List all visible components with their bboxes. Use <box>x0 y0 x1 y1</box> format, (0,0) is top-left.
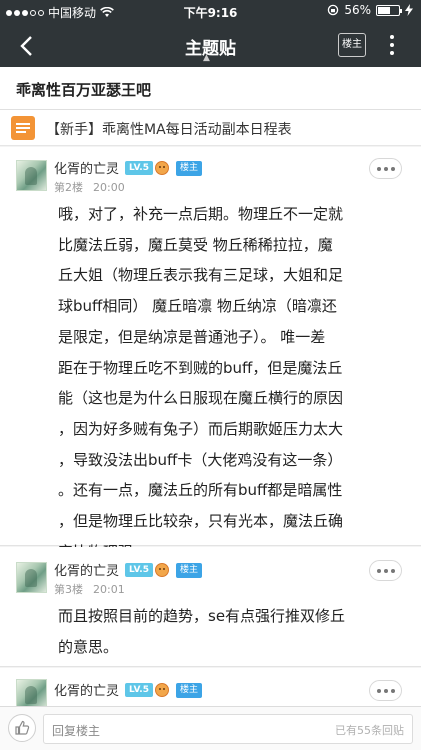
level-badge: LV.5 <box>125 563 153 577</box>
status-right: 56% <box>327 3 413 17</box>
status-bar: 中国移动 下午9:16 56% <box>0 0 421 24</box>
content-line: 而且按照目前的趋势，se有点强行推双修丘 <box>58 607 346 625</box>
owner-badge: 楼主 <box>176 161 202 176</box>
content-line: 的意思。 <box>58 637 119 656</box>
content-line: 哦，对了，补充一点后期。物理丘不一定就 <box>58 205 344 223</box>
owner-badge: 楼主 <box>176 683 202 698</box>
content-line: ，但是物理丘比较杂，只有光本，魔法丘确 <box>58 512 344 531</box>
post-username[interactable]: 化胥的亡灵 <box>54 158 119 177</box>
reply-placeholder: 回复楼主 <box>52 724 101 738</box>
forum-header[interactable]: 乖离性百万亚瑟王吧 <box>0 67 421 110</box>
content-line: 丘大姐（物理丘表示我有三足球，大姐和足 <box>58 266 344 285</box>
forum-name[interactable]: 乖离性百万亚瑟王吧 <box>16 79 151 100</box>
reply-count: 已有55条回贴 <box>335 724 404 737</box>
content-line: 是限定，但是纳凉是普通池子）。 唯一差 <box>58 327 326 346</box>
like-button[interactable] <box>8 714 36 742</box>
battery-percent: 56% <box>344 3 371 17</box>
post-username[interactable]: 化胥的亡灵 <box>54 560 119 579</box>
post-meta: 第3楼 20:01 <box>54 581 125 597</box>
thread-title: 【新手】乖离性MA每日活动副本日程表 <box>46 122 292 138</box>
post-more-button[interactable] <box>369 158 402 179</box>
content-line: 距在于物理丘吃不到贼的buff，但是魔法丘 <box>58 358 343 377</box>
reply-input[interactable]: 回复楼主 已有55条回贴 <box>43 714 413 744</box>
battery-icon <box>376 4 402 16</box>
post-time: 20:01 <box>93 583 125 596</box>
content-line: 球buff相同） 魔丘暗凛 物丘纳凉（暗凛还 <box>58 297 337 316</box>
post-meta: 第2楼 20:00 <box>54 179 125 195</box>
post-floor-4: 化胥的亡灵 LV.5 楼主 <box>0 668 421 710</box>
emoji-face-icon <box>155 161 169 175</box>
post-floor-2: 化胥的亡灵 LV.5 楼主 第2楼 20:00 哦，对了，补充一点后期。物理丘不一… <box>0 147 421 561</box>
emoji-face-icon <box>155 683 169 697</box>
content-line: 比魔法丘弱，魔丘莫受 物丘稀稀拉拉，魔 <box>58 235 333 254</box>
content-line: ，导致没法出buff卡（大佬鸡没有这一条） <box>58 450 343 469</box>
post-floor-3: 化胥的亡灵 LV.5 楼主 第3楼 20:01 而且按照目前的趋势，se有点强行推… <box>0 547 421 667</box>
more-menu-button[interactable] <box>384 30 400 60</box>
owner-badge: 楼主 <box>176 563 202 578</box>
bottom-reply-bar: 回复楼主 已有55条回贴 <box>0 706 421 750</box>
rotation-lock-icon <box>328 4 339 16</box>
level-badge: LV.5 <box>125 683 153 697</box>
post-content: 而且按照目前的趋势，se有点强行推双修丘 的意思。 <box>58 601 406 662</box>
post-content: 哦，对了，补充一点后期。物理丘不一定就 比魔法丘弱，魔丘莫受 物丘稀稀拉拉，魔 … <box>58 199 406 567</box>
post-more-button[interactable] <box>369 560 402 581</box>
nav-bar: 主题贴 ▲ 楼主 <box>0 24 421 67</box>
avatar[interactable] <box>16 562 47 593</box>
floor-number: 第2楼 <box>54 181 83 194</box>
thumbs-up-icon <box>15 720 30 735</box>
post-time: 20:00 <box>93 181 125 194</box>
content-line: 。还有一点，魔法丘的所有buff都是暗属性 <box>58 481 343 500</box>
floor-number: 第3楼 <box>54 583 83 596</box>
avatar[interactable] <box>16 160 47 191</box>
document-icon <box>11 116 35 140</box>
level-badge: LV.5 <box>125 161 153 175</box>
content-line: ，因为好多贼有兔子）而后期歌姬压力太大 <box>58 419 344 438</box>
chevron-up-icon: ▲ <box>203 53 210 63</box>
content-line: 能（这也是为什么日服现在魔丘横行的原因 <box>58 389 344 408</box>
thread-title-bar: 【新手】乖离性MA每日活动副本日程表 <box>0 110 421 146</box>
post-username[interactable]: 化胥的亡灵 <box>54 680 119 699</box>
charging-icon <box>405 4 413 16</box>
emoji-face-icon <box>155 563 169 577</box>
view-owner-only-button[interactable]: 楼主 <box>338 33 366 57</box>
post-more-button[interactable] <box>369 680 402 701</box>
